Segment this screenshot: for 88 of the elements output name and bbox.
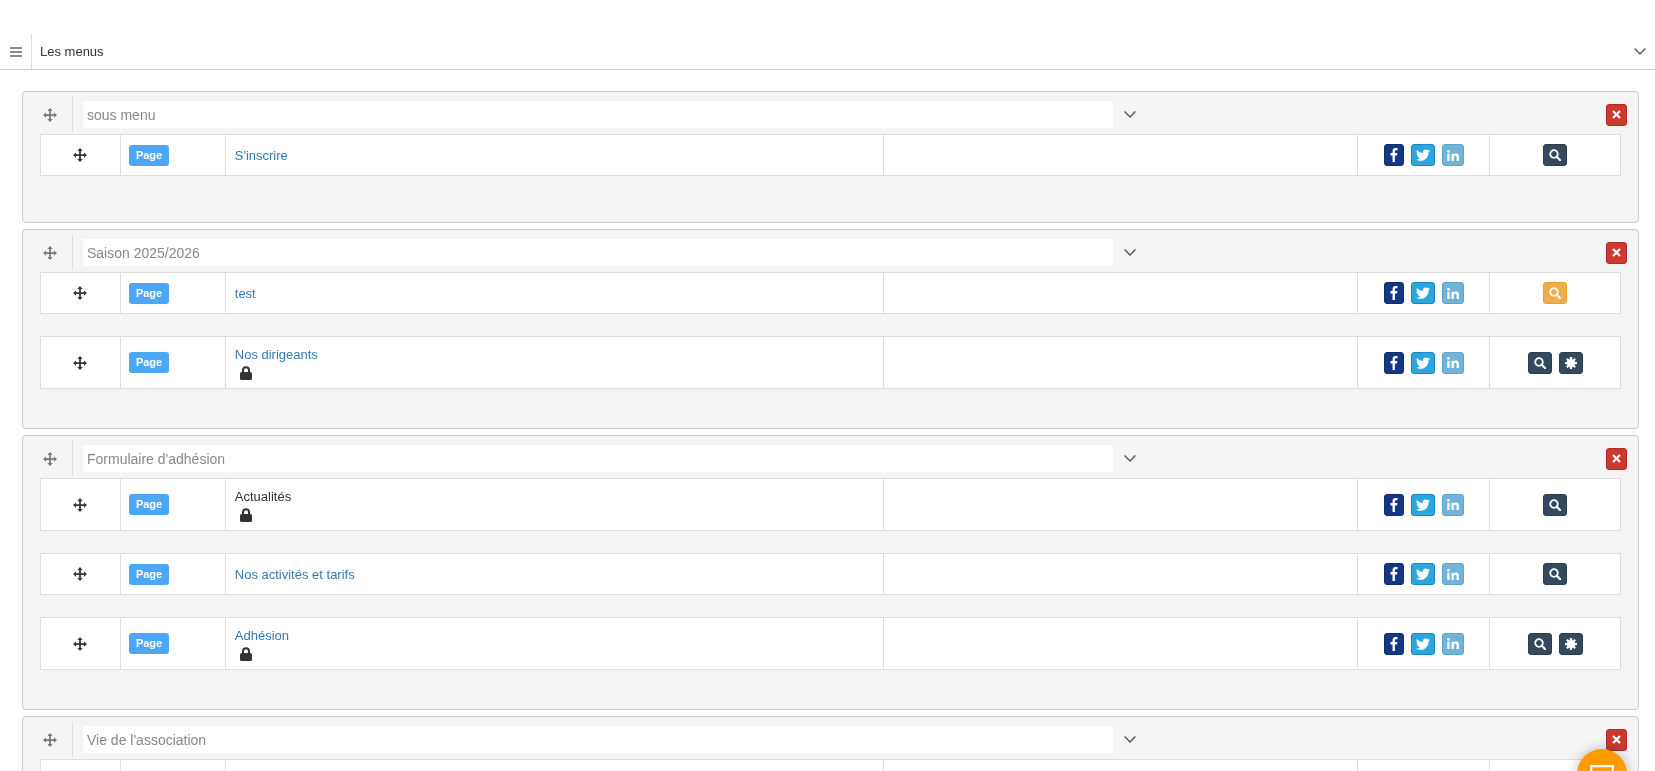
close-button[interactable]	[1606, 728, 1627, 751]
bird-icon	[1415, 637, 1430, 650]
facebook-share-button[interactable]	[1383, 282, 1404, 304]
bird-icon	[1415, 568, 1430, 580]
settings-icon	[1564, 356, 1577, 369]
close-icon	[1612, 454, 1621, 463]
search-icon	[1549, 287, 1562, 299]
search-button[interactable]	[1527, 632, 1552, 655]
settings-button[interactable]	[1558, 351, 1583, 374]
twitter-share-button[interactable]	[1410, 493, 1435, 516]
move-arrows-icon[interactable]	[73, 567, 88, 581]
move-arrows-icon[interactable]	[73, 286, 88, 300]
linkedin-share-button[interactable]	[1441, 351, 1464, 374]
linkedin-share-button[interactable]	[1441, 493, 1464, 516]
search-icon	[1549, 149, 1562, 161]
search-button[interactable]	[1543, 563, 1568, 585]
page-link[interactable]: Nos dirigeants	[234, 345, 318, 364]
facebook-icon	[1389, 148, 1398, 162]
page-type-badge: Page	[128, 563, 170, 585]
close-icon	[1612, 735, 1621, 744]
facebook-icon	[1389, 567, 1398, 581]
close-icon	[1612, 110, 1621, 119]
twitter-share-button[interactable]	[1410, 632, 1435, 655]
chevron-down-icon[interactable]	[1124, 249, 1136, 256]
facebook-icon	[1389, 497, 1398, 512]
linkedin-share-button[interactable]	[1441, 563, 1464, 585]
page-type-badge: Page	[128, 144, 170, 166]
search-icon	[1533, 356, 1546, 369]
twitter-share-button[interactable]	[1410, 144, 1435, 166]
facebook-icon	[1389, 286, 1398, 300]
twitter-share-button[interactable]	[1410, 282, 1435, 304]
chevron-down-icon[interactable]	[1124, 455, 1136, 462]
page-title: Actualités	[234, 488, 292, 506]
page-type-badge: Page	[128, 352, 170, 373]
linkedin-icon	[1446, 149, 1459, 161]
search-button[interactable]	[1527, 351, 1552, 374]
facebook-share-button[interactable]	[1383, 351, 1404, 374]
menu-title-field[interactable]: Formulaire d'adhésion	[83, 445, 1113, 472]
search-icon	[1549, 568, 1562, 580]
search-icon	[1533, 637, 1546, 650]
twitter-share-button[interactable]	[1410, 351, 1435, 374]
linkedin-share-button[interactable]	[1441, 632, 1464, 655]
close-button[interactable]	[1606, 241, 1627, 264]
move-arrows-icon[interactable]	[73, 636, 88, 651]
search-icon	[1549, 498, 1562, 511]
bird-icon	[1415, 498, 1430, 511]
facebook-icon	[1389, 355, 1398, 370]
linkedin-share-button[interactable]	[1441, 144, 1464, 166]
bird-icon	[1415, 287, 1430, 299]
close-button[interactable]	[1606, 103, 1627, 126]
page-link[interactable]: test	[234, 283, 256, 303]
page-link[interactable]: Nos activités et tarifs	[234, 564, 355, 584]
facebook-icon	[1389, 636, 1398, 651]
page-type-badge: Page	[128, 633, 170, 654]
search-button[interactable]	[1543, 144, 1568, 166]
linkedin-share-button[interactable]	[1441, 282, 1464, 304]
search-button[interactable]	[1543, 493, 1568, 516]
chevron-down-icon[interactable]	[1124, 736, 1136, 743]
page-type-badge: Page	[128, 282, 170, 304]
move-arrows-icon[interactable]	[73, 355, 88, 370]
linkedin-icon	[1446, 287, 1459, 299]
menu-title-field[interactable]: sous menu	[83, 101, 1113, 128]
chevron-down-icon[interactable]	[1634, 48, 1646, 55]
close-button[interactable]	[1606, 447, 1627, 470]
bird-icon	[1415, 356, 1430, 369]
move-arrows-icon[interactable]	[73, 148, 88, 162]
page-link[interactable]: Adhésion	[234, 626, 289, 645]
twitter-share-button[interactable]	[1410, 563, 1435, 585]
facebook-share-button[interactable]	[1383, 493, 1404, 516]
page-type-badge: Page	[128, 494, 170, 515]
linkedin-icon	[1446, 499, 1459, 510]
menu-title-field[interactable]: Vie de l'association	[83, 726, 1113, 753]
facebook-share-button[interactable]	[1383, 563, 1404, 585]
chevron-down-icon[interactable]	[1124, 111, 1136, 118]
settings-icon	[1564, 637, 1577, 650]
linkedin-icon	[1446, 638, 1459, 649]
linkedin-icon	[1446, 568, 1459, 580]
menu-title-field[interactable]: Saison 2025/2026	[83, 239, 1113, 266]
close-icon	[1612, 248, 1621, 257]
linkedin-icon	[1446, 357, 1459, 368]
menu-icon[interactable]	[9, 46, 22, 57]
page-link[interactable]: S'inscrire	[234, 145, 288, 165]
bird-icon	[1415, 149, 1430, 161]
settings-button[interactable]	[1558, 632, 1583, 655]
facebook-share-button[interactable]	[1383, 144, 1404, 166]
move-arrows-icon[interactable]	[73, 497, 88, 512]
section-title: Les menus	[40, 44, 104, 59]
facebook-share-button[interactable]	[1383, 632, 1404, 655]
